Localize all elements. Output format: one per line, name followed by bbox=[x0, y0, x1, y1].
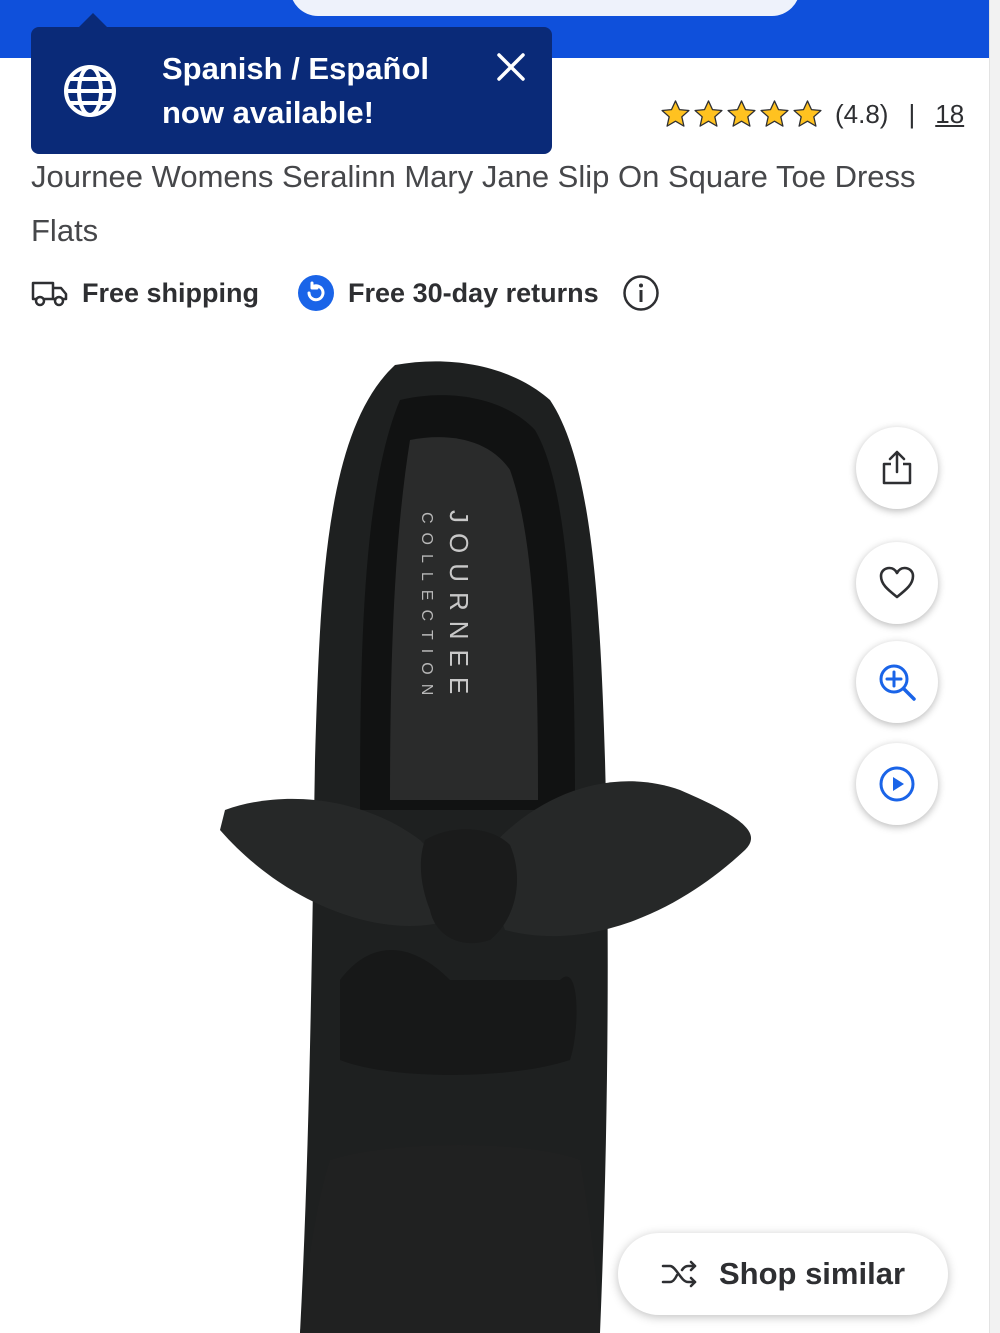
rating-stars bbox=[660, 99, 823, 130]
free-shipping-badge: Free shipping bbox=[31, 278, 259, 309]
scrollbar[interactable] bbox=[989, 0, 1000, 1333]
rating-separator: | bbox=[908, 98, 916, 129]
rating-value: (4.8) bbox=[835, 98, 889, 129]
zoom-in-icon bbox=[879, 664, 916, 701]
video-button[interactable] bbox=[856, 743, 938, 825]
close-icon[interactable] bbox=[493, 49, 529, 85]
star-icon bbox=[793, 99, 822, 127]
insole-brand-line2: COLLECTION bbox=[418, 512, 435, 704]
language-popup-line2: now available! bbox=[162, 95, 374, 130]
free-returns-label: Free 30-day returns bbox=[348, 277, 599, 308]
returns-icon bbox=[298, 275, 335, 311]
language-popup: Spanish / Español now available! bbox=[31, 13, 552, 154]
zoom-button[interactable] bbox=[856, 641, 938, 723]
globe-icon bbox=[64, 65, 116, 117]
star-icon bbox=[661, 99, 690, 127]
favorite-button[interactable] bbox=[856, 542, 938, 624]
shuffle-icon bbox=[661, 1260, 697, 1288]
product-rating[interactable]: (4.8) | 18 bbox=[660, 92, 964, 136]
popup-caret bbox=[77, 13, 109, 29]
search-bar[interactable] bbox=[290, 0, 800, 16]
product-image[interactable]: JOURNEE COLLECTION bbox=[150, 340, 850, 1333]
fulfillment-badges: Free shipping Free 30-day returns bbox=[31, 270, 660, 316]
star-icon bbox=[727, 99, 756, 127]
share-button[interactable] bbox=[856, 427, 938, 509]
shop-similar-label: Shop similar bbox=[718, 1256, 906, 1291]
play-icon bbox=[879, 766, 915, 802]
free-shipping-label: Free shipping bbox=[82, 277, 260, 308]
truck-icon bbox=[31, 281, 68, 307]
free-returns-badge: Free 30-day returns bbox=[259, 274, 660, 312]
language-popup-line1: Spanish / Español bbox=[162, 51, 429, 86]
info-icon[interactable] bbox=[622, 274, 660, 312]
share-icon bbox=[882, 450, 912, 485]
shop-similar-button[interactable]: Shop similar bbox=[618, 1233, 948, 1315]
star-icon bbox=[694, 99, 723, 127]
language-popup-text: Spanish / Español now available! bbox=[162, 47, 482, 135]
star-icon bbox=[760, 99, 789, 127]
heart-icon bbox=[879, 566, 915, 599]
insole-brand-line1: JOURNEE bbox=[444, 510, 474, 704]
review-count-link[interactable]: 18 bbox=[935, 99, 964, 130]
product-title: Journee Womens Seralinn Mary Jane Slip O… bbox=[31, 159, 916, 248]
